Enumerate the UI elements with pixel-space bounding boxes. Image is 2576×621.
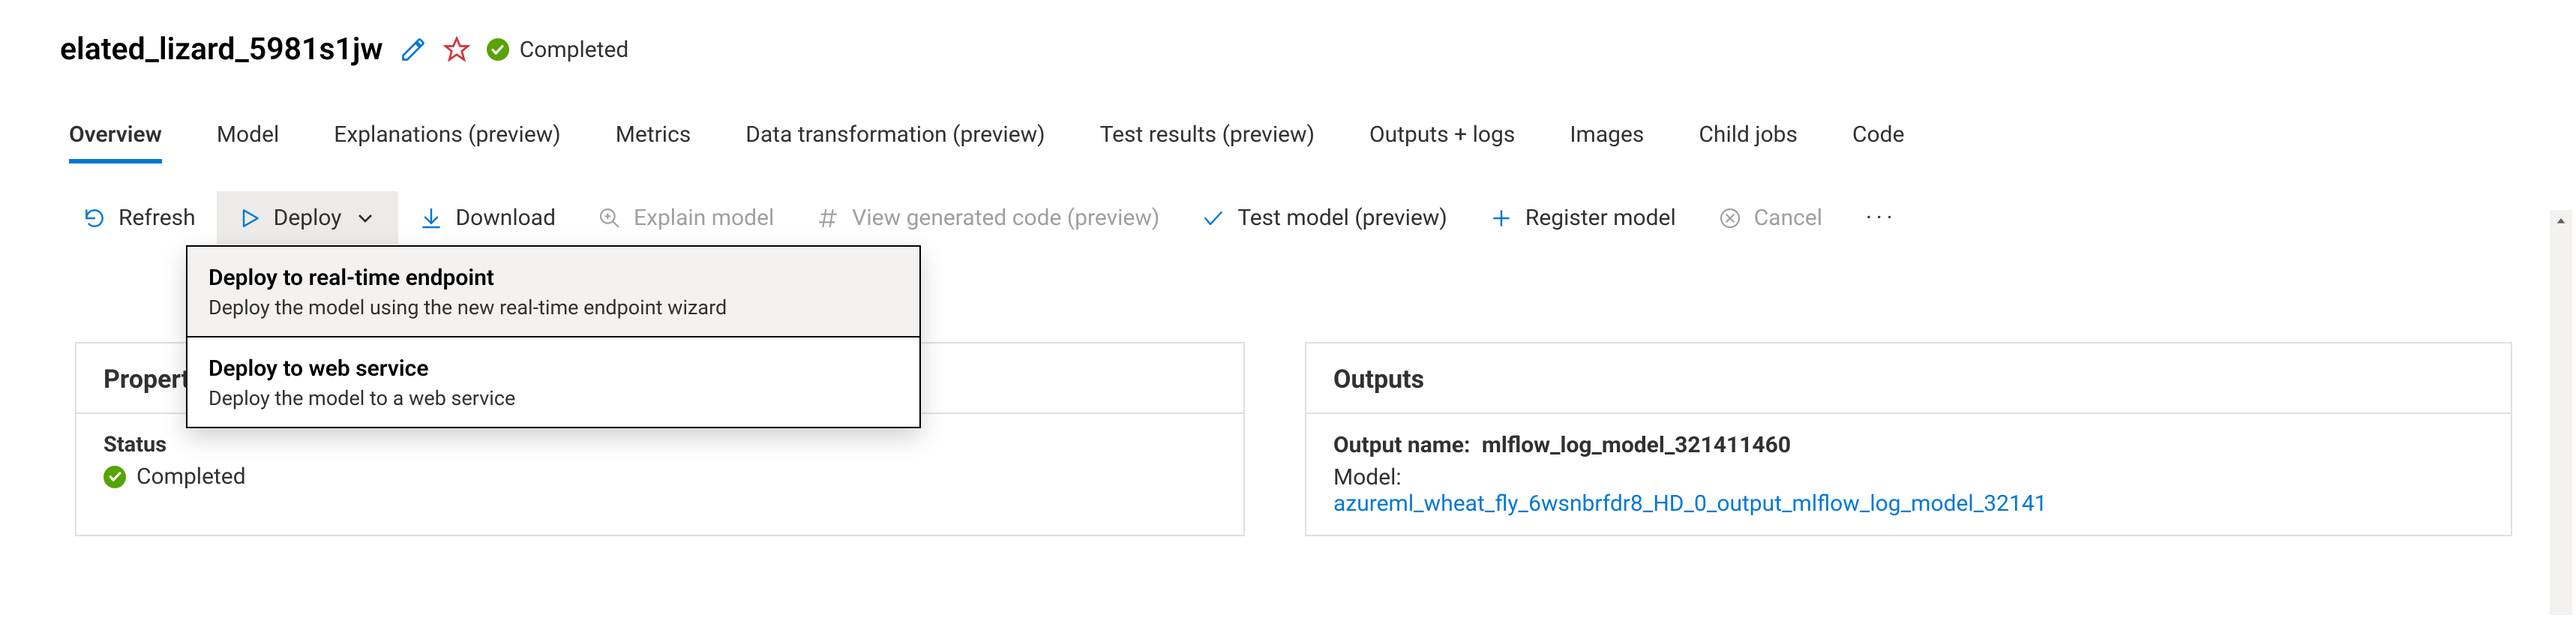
download-button[interactable]: Download: [398, 191, 577, 244]
status-field-value: Completed: [103, 464, 246, 490]
cancel-button: Cancel: [1697, 191, 1843, 244]
deploy-realtime-option[interactable]: Deploy to real-time endpoint Deploy the …: [187, 247, 919, 338]
deploy-web-option[interactable]: Deploy to web service Deploy the model t…: [187, 338, 919, 427]
download-label: Download: [455, 205, 556, 231]
output-model-link[interactable]: azureml_wheat_fly_6wsnbrfdr8_HD_0_output…: [1333, 490, 2047, 517]
status-field-label: Status: [103, 432, 1216, 458]
output-model-label: Model:: [1333, 464, 2484, 490]
deploy-button[interactable]: Deploy: [217, 191, 399, 244]
cancel-icon: [1718, 206, 1742, 230]
tab-bar: Overview Model Explanations (preview) Me…: [0, 68, 2576, 161]
output-name-value: mlflow_log_model_321411460: [1482, 432, 1791, 458]
vertical-scrollbar[interactable]: [2550, 210, 2572, 615]
deploy-realtime-title: Deploy to real-time endpoint: [208, 265, 898, 291]
download-icon: [419, 206, 443, 230]
tab-data-transformation[interactable]: Data transformation (preview): [745, 122, 1045, 161]
register-model-button[interactable]: Register model: [1468, 191, 1697, 244]
check-circle-icon: [487, 38, 509, 61]
more-actions-button[interactable]: ···: [1843, 205, 1920, 231]
favorite-star-icon[interactable]: [443, 36, 470, 63]
outputs-heading: Outputs: [1306, 344, 2511, 414]
tab-model[interactable]: Model: [217, 122, 279, 161]
status-value-text: Completed: [136, 464, 246, 490]
checkmark-icon: [1201, 206, 1225, 230]
page-title: elated_lizard_5981s1jw: [60, 32, 383, 68]
status-badge: Completed: [487, 37, 629, 63]
tab-overview[interactable]: Overview: [69, 122, 162, 161]
output-name-label: Output name:: [1333, 432, 1470, 458]
hash-icon: [816, 206, 840, 230]
tab-code[interactable]: Code: [1852, 122, 1904, 161]
tab-outputs-logs[interactable]: Outputs + logs: [1369, 122, 1515, 161]
toolbar: Refresh Deploy Download Explain model Vi…: [0, 161, 2576, 244]
register-label: Register model: [1525, 205, 1676, 231]
deploy-realtime-desc: Deploy the model using the new real-time…: [208, 296, 898, 320]
view-code-label: View generated code (preview): [852, 205, 1159, 231]
play-icon: [238, 206, 262, 230]
tab-child-jobs[interactable]: Child jobs: [1699, 122, 1798, 161]
magnify-plus-icon: [598, 206, 622, 230]
deploy-dropdown: Deploy to real-time endpoint Deploy the …: [186, 245, 921, 428]
outputs-panel: Outputs Output name: mlflow_log_model_32…: [1305, 342, 2512, 536]
explain-model-button: Explain model: [577, 191, 795, 244]
deploy-label: Deploy: [274, 205, 342, 231]
scroll-up-arrow-icon[interactable]: [2550, 210, 2572, 232]
tab-test-results[interactable]: Test results (preview): [1100, 122, 1315, 161]
cancel-label: Cancel: [1754, 205, 1822, 231]
status-text: Completed: [520, 37, 629, 63]
tab-explanations[interactable]: Explanations (preview): [334, 122, 560, 161]
refresh-icon: [82, 206, 106, 230]
tab-images[interactable]: Images: [1570, 122, 1644, 161]
chevron-down-icon: [353, 206, 377, 230]
deploy-web-desc: Deploy the model to a web service: [208, 386, 898, 410]
edit-icon[interactable]: [400, 36, 427, 63]
tab-metrics[interactable]: Metrics: [616, 122, 691, 161]
explain-label: Explain model: [634, 205, 774, 231]
view-code-button: View generated code (preview): [795, 191, 1180, 244]
refresh-button[interactable]: Refresh: [61, 191, 217, 244]
plus-icon: [1489, 206, 1513, 230]
check-circle-icon: [103, 466, 126, 488]
output-name-row: Output name: mlflow_log_model_321411460: [1333, 432, 2484, 458]
test-model-button[interactable]: Test model (preview): [1180, 191, 1468, 244]
refresh-label: Refresh: [118, 205, 196, 231]
deploy-web-title: Deploy to web service: [208, 356, 898, 382]
test-model-label: Test model (preview): [1237, 205, 1447, 231]
